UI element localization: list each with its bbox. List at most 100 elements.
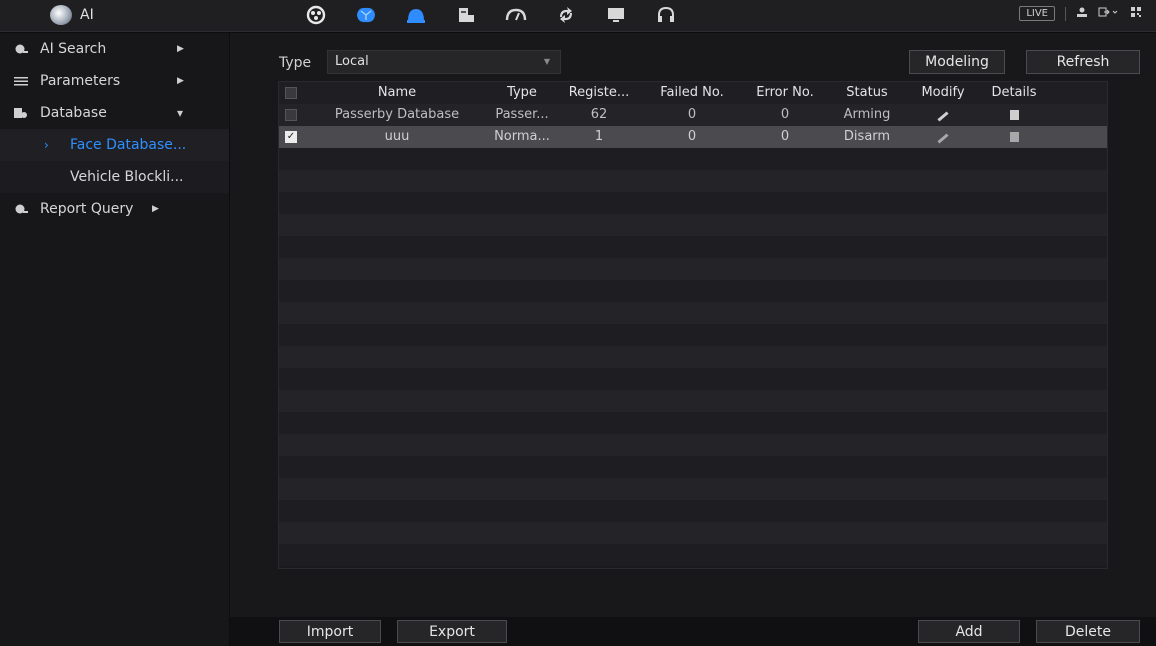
type-select-value: Local: [335, 54, 369, 69]
empty-table-row: [279, 236, 1107, 258]
bottom-bar: Import Export Add Delete: [230, 617, 1156, 646]
divider: [1065, 6, 1066, 21]
edit-icon[interactable]: [907, 107, 979, 122]
column-header[interactable]: Failed No.: [641, 85, 743, 100]
top-right-controls: LIVE: [1019, 6, 1142, 21]
select-all-checkbox[interactable]: [285, 87, 297, 99]
empty-table-row: [279, 500, 1107, 522]
live-button[interactable]: LIVE: [1019, 6, 1055, 21]
chevron-right-icon: ▶: [177, 44, 184, 54]
sidebar-item-ai-search[interactable]: AI Search ▶: [0, 33, 229, 65]
details-icon[interactable]: [979, 107, 1049, 124]
column-header[interactable]: Details: [979, 85, 1049, 100]
table-header: Name Type Registe... Failed No. Error No…: [279, 82, 1107, 104]
sidebar-subitem-label: Vehicle Blockli...: [70, 169, 184, 185]
sidebar-item-label: AI Search: [40, 41, 107, 57]
chevron-right-icon: ▶: [177, 76, 184, 86]
empty-table-row: [279, 214, 1107, 236]
table-row[interactable]: Passerby Database Passer... 62 0 0 Armin…: [279, 104, 1107, 126]
empty-table-row: [279, 368, 1107, 390]
empty-table-row: [279, 148, 1107, 170]
table-row[interactable]: ✓ uuu Norma... 1 0 0 Disarm: [279, 126, 1107, 148]
face-database-table: Name Type Registe... Failed No. Error No…: [278, 81, 1108, 569]
column-header[interactable]: Status: [827, 85, 907, 100]
display-icon[interactable]: [603, 4, 629, 26]
empty-table-row: [279, 456, 1107, 478]
cell-name: Passerby Database: [334, 107, 460, 122]
empty-table-row: [279, 258, 1107, 280]
column-header[interactable]: Error No.: [743, 85, 827, 100]
empty-table-row: [279, 478, 1107, 500]
cell-failed: 0: [687, 107, 697, 122]
empty-table-row: [279, 522, 1107, 544]
cell-error: 0: [780, 107, 790, 122]
cell-type: Norma...: [494, 129, 550, 144]
database-icon: [14, 107, 28, 119]
cell-status[interactable]: Arming: [827, 107, 907, 122]
ai-search-icon: [14, 43, 28, 55]
sidebar-item-report-query[interactable]: Report Query ▶: [0, 193, 229, 225]
chevron-down-icon: ▾: [177, 106, 184, 120]
list-icon: [14, 75, 28, 87]
empty-table-row: [279, 280, 1107, 302]
account-icon[interactable]: [1076, 6, 1088, 21]
cell-registered: 1: [594, 129, 604, 144]
audio-icon[interactable]: [653, 4, 679, 26]
type-select[interactable]: Local ▼: [327, 50, 561, 74]
empty-table-row: [279, 434, 1107, 456]
sidebar: AI Search ▶ Parameters ▶ Database ▾ › Fa…: [0, 33, 229, 646]
performance-icon[interactable]: [503, 4, 529, 26]
ai-logo-icon: [50, 5, 72, 25]
sidebar-item-parameters[interactable]: Parameters ▶: [0, 65, 229, 97]
app-title: AI: [80, 7, 94, 23]
app-brand: AI: [50, 5, 94, 25]
cell-type: Passer...: [495, 107, 549, 122]
maintenance-icon[interactable]: [553, 4, 579, 26]
chevron-right-icon: ›: [44, 138, 49, 152]
sidebar-item-database[interactable]: Database ▾: [0, 97, 229, 129]
refresh-button[interactable]: Refresh: [1026, 50, 1140, 74]
column-header[interactable]: Registe...: [557, 85, 641, 100]
add-button[interactable]: Add: [918, 620, 1020, 643]
dropdown-caret-icon: ▼: [543, 57, 550, 66]
row-checkbox[interactable]: ✓: [285, 131, 297, 143]
empty-table-row: [279, 302, 1107, 324]
sidebar-item-label: Parameters: [40, 73, 121, 89]
cell-status[interactable]: Disarm: [827, 129, 907, 144]
cell-failed: 0: [687, 129, 697, 144]
column-header[interactable]: Type: [487, 85, 557, 100]
edit-icon[interactable]: [907, 129, 979, 144]
report-icon: [14, 203, 28, 215]
logout-icon[interactable]: [1098, 6, 1120, 21]
ai-icon[interactable]: [353, 4, 379, 26]
main-menu-icon[interactable]: [303, 4, 329, 26]
cell-error: 0: [780, 129, 790, 144]
qr-code-icon[interactable]: [1130, 6, 1142, 21]
type-label: Type: [279, 55, 312, 71]
chevron-right-icon: ▶: [152, 204, 159, 214]
empty-table-row: [279, 170, 1107, 192]
sidebar-item-label: Database: [40, 105, 107, 121]
user-icon[interactable]: [403, 4, 429, 26]
empty-table-row: [279, 412, 1107, 434]
delete-button[interactable]: Delete: [1036, 620, 1140, 643]
empty-table-row: [279, 346, 1107, 368]
cell-registered: 62: [590, 107, 608, 122]
sidebar-subitem-face-database[interactable]: › Face Database...: [0, 129, 229, 161]
sidebar-subitem-label: Face Database...: [70, 137, 187, 153]
row-checkbox[interactable]: [285, 109, 297, 121]
column-header[interactable]: Modify: [907, 85, 979, 100]
storage-icon[interactable]: [453, 4, 479, 26]
export-button[interactable]: Export: [397, 620, 507, 643]
cell-name: uuu: [384, 129, 410, 144]
main-panel: Type Local ▼ Modeling Refresh Name Type …: [230, 33, 1156, 646]
column-header[interactable]: Name: [307, 85, 487, 100]
details-icon[interactable]: [979, 129, 1049, 146]
import-button[interactable]: Import: [279, 620, 381, 643]
empty-table-row: [279, 192, 1107, 214]
sidebar-subitem-vehicle-blocklist[interactable]: Vehicle Blockli...: [0, 161, 229, 193]
modeling-button[interactable]: Modeling: [909, 50, 1005, 74]
empty-table-row: [279, 324, 1107, 346]
empty-table-row: [279, 544, 1107, 566]
empty-table-row: [279, 390, 1107, 412]
